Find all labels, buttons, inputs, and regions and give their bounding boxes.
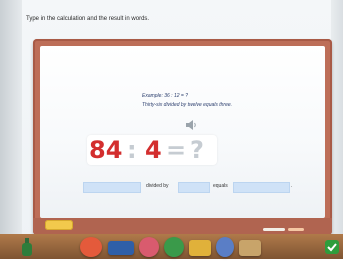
sponge-icon (45, 220, 73, 230)
division-operator: : (127, 136, 137, 164)
unknown-result: ? (190, 136, 204, 164)
chalkboard: Example: 36 : 12 = ? Thirty-six divided … (33, 39, 332, 235)
board-surface: Example: 36 : 12 = ? Thirty-six divided … (40, 46, 325, 218)
dividend-words-input[interactable] (83, 182, 141, 193)
instruction-text: Type in the calculation and the result i… (26, 16, 150, 22)
check-icon[interactable] (325, 240, 339, 254)
toolbar-tool-icon[interactable] (139, 237, 159, 257)
divisor-number: 4 (145, 136, 162, 164)
divided-by-label: divided by (146, 183, 169, 189)
calculation-display: 84 : 4 = ? (87, 135, 217, 165)
bottle-icon (22, 238, 32, 256)
sentence-period: . (291, 183, 293, 189)
notebook-edge (331, 0, 343, 240)
toolbar-tool-icon[interactable] (216, 237, 234, 257)
chalk-icon (288, 228, 304, 231)
equals-label: equals (213, 183, 228, 189)
answer-sentence: divided by equals . (40, 182, 325, 193)
exercise-page: Type in the calculation and the result i… (0, 0, 343, 259)
board-tray (33, 218, 332, 235)
divisor-words-input[interactable] (178, 182, 210, 193)
toolbar-tool-icon[interactable] (239, 240, 261, 256)
toolbar-tool-icon[interactable] (108, 241, 134, 255)
toolbar-tool-icon[interactable] (80, 237, 102, 257)
chalk-icon (263, 228, 285, 231)
example-calculation: Example: 36 : 12 = ? (142, 93, 189, 99)
left-margin-decoration (0, 0, 22, 259)
example-sentence: Thirty-six divided by twelve equals thre… (142, 102, 233, 108)
dividend-number: 84 (89, 136, 123, 164)
equals-sign: = (166, 136, 187, 164)
result-words-input[interactable] (233, 182, 290, 193)
toolbar-tool-icon[interactable] (164, 237, 184, 257)
toolbar-tool-icon[interactable] (189, 240, 211, 256)
speaker-icon[interactable] (186, 117, 198, 130)
